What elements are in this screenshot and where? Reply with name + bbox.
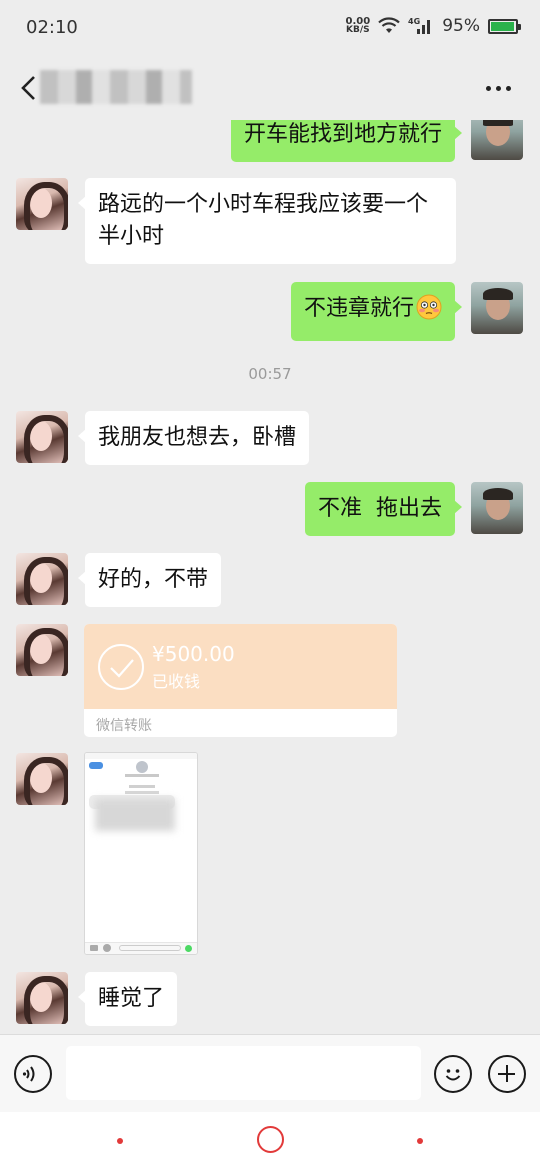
nav-back-button[interactable] (417, 1138, 423, 1144)
screenshot-camera-icon (90, 945, 98, 951)
transfer-card-header: ¥500.00 已收钱 (84, 624, 397, 709)
message-bubble-incoming[interactable]: 睡觉了 (77, 972, 178, 1026)
message-text: 不违章就行 (303, 296, 414, 321)
screenshot-number-line (125, 774, 159, 777)
more-actions-plus-button[interactable] (488, 1055, 526, 1093)
input-bar (0, 1034, 540, 1112)
message-bubble-outgoing[interactable]: 不准 拖出去 (305, 482, 462, 536)
image-message-screenshot[interactable] (84, 752, 198, 955)
contact-avatar[interactable] (16, 972, 68, 1024)
chat-header (0, 56, 540, 120)
screenshot-contact-icon (136, 761, 148, 773)
contact-name-redacted (40, 70, 192, 104)
contact-avatar[interactable] (16, 553, 68, 605)
transfer-footer-label: 微信转账 (96, 718, 152, 734)
message-bubble-outgoing[interactable]: 不违章就行 (290, 282, 463, 341)
message-list[interactable]: 开车能找到地方就行 路远的一个小时车程我应该要一个半小时 不违章就行 00:57… (0, 0, 540, 1032)
wechat-transfer-card[interactable]: ¥500.00 已收钱 微信转账 (84, 624, 397, 737)
voice-input-button[interactable] (14, 1055, 52, 1093)
contact-avatar[interactable] (16, 753, 68, 805)
nav-menu-button[interactable] (117, 1138, 123, 1144)
back-arrow-icon[interactable] (18, 74, 42, 102)
emoji-button[interactable] (434, 1055, 472, 1093)
screenshot-toolbar (85, 942, 197, 954)
transfer-amount: ¥500.00 (152, 642, 235, 666)
checkmark-circle-icon (98, 644, 144, 690)
screenshot-text-line (129, 785, 155, 788)
my-avatar[interactable] (471, 482, 523, 534)
contact-avatar[interactable] (16, 178, 68, 230)
screenshot-text-line (125, 791, 159, 794)
screenshot-status-bar (85, 753, 197, 759)
message-bubble-incoming[interactable]: 我朋友也想去，卧槽 (77, 411, 310, 465)
screenshot-send-icon (185, 945, 192, 952)
message-bubble-incoming[interactable]: 路远的一个小时车程我应该要一个半小时 (78, 178, 456, 264)
screenshot-back-icon (89, 762, 103, 769)
screenshot-blurred-text (95, 799, 175, 831)
message-timestamp: 00:57 (248, 365, 292, 383)
screenshot-appstore-icon (103, 944, 111, 952)
message-bubble-incoming[interactable]: 好的，不带 (77, 553, 222, 607)
screenshot-input-field (119, 945, 181, 951)
more-options-icon[interactable] (486, 76, 516, 100)
message-input[interactable] (66, 1046, 421, 1100)
my-avatar[interactable] (471, 282, 523, 334)
contact-avatar[interactable] (16, 411, 68, 463)
transfer-status: 已收钱 (152, 672, 201, 691)
nav-home-button[interactable] (257, 1126, 284, 1153)
contact-avatar[interactable] (16, 624, 68, 676)
system-nav-bar (0, 1112, 540, 1170)
flushed-face-emoji-icon (416, 294, 442, 330)
